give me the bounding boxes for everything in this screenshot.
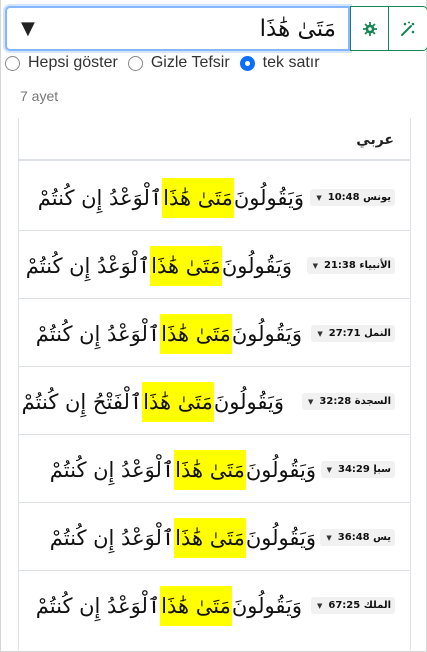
highlighted-match: مَتَىٰ هَٰذَا [142, 382, 214, 422]
results-rows: يونس 10:48 ▼ وَيَقُولُونَ مَتَىٰ هَٰذَا ٱلْو… [19, 163, 410, 639]
verse-text-before: وَيَقُولُونَ [231, 594, 302, 618]
verse-text-after: ٱلْوَعْدُ إِن كُنتُمْ [25, 254, 151, 278]
verse-text-before: وَيَقُولُونَ [221, 254, 292, 278]
verse-reference-dropdown[interactable]: النمل 27:71 ▼ [311, 325, 395, 342]
verse-text-before: وَيَقُولُونَ [233, 186, 304, 210]
option-label: tek satır [262, 54, 320, 71]
verse-text: وَيَقُولُونَ مَتَىٰ هَٰذَا ٱلْفَتْحُ إِن ك… [22, 381, 284, 423]
verse-reference: السجدة 32:28 [319, 396, 391, 407]
table-row: السجدة 32:28 ▼ وَيَقُولُونَ مَتَىٰ هَٰذَا ٱل… [19, 367, 410, 435]
highlighted-match: مَتَىٰ هَٰذَا [162, 178, 234, 218]
caret-down-icon: ▼ [316, 193, 322, 202]
option-single-line[interactable]: tek satır [239, 54, 320, 72]
table-row: يس 36:48 ▼ وَيَقُولُونَ مَتَىٰ هَٰذَا ٱلْوَع… [19, 503, 410, 571]
radio-single-line[interactable] [239, 55, 255, 71]
option-label: Gizle Tefsir [150, 54, 230, 71]
table-row: يونس 10:48 ▼ وَيَقُولُونَ مَتَىٰ هَٰذَا ٱلْو… [19, 163, 410, 231]
verse-text-before: وَيَقُولُونَ [213, 390, 284, 414]
radio-hide-tafsir[interactable] [127, 55, 143, 71]
settings-button[interactable] [350, 6, 389, 51]
display-options: Hepsi göster Gizle Tefsir tek satır [5, 53, 330, 73]
table-header: عربي [19, 118, 410, 161]
verse-reference-dropdown[interactable]: السجدة 32:28 ▼ [302, 393, 395, 410]
verse-text-after: ٱلْوَعْدُ إِن كُنتُمْ [37, 186, 163, 210]
verse-text-before: وَيَقُولُونَ [231, 322, 302, 346]
caret-down-icon: ▼ [312, 261, 318, 270]
gear-icon [362, 21, 377, 36]
verse-text: وَيَقُولُونَ مَتَىٰ هَٰذَا ٱلْوَعْدُ إِن ك… [36, 313, 302, 355]
verse-reference: الأنبياء 21:38 [324, 260, 391, 271]
verse-text-after: ٱلْفَتْحُ إِن كُنتُمْ [21, 390, 143, 414]
verse-reference-dropdown[interactable]: الملك 67:25 ▼ [311, 597, 395, 614]
results-table: عربي يونس 10:48 ▼ وَيَقُولُونَ مَتَىٰ هَٰذَ… [18, 118, 411, 652]
verse-text: وَيَقُولُونَ مَتَىٰ هَٰذَا ٱلْوَعْدُ إِن ك… [50, 449, 316, 491]
verse-reference-dropdown[interactable]: سبإ 34:29 ▼ [320, 461, 395, 478]
caret-down-icon: ▼ [326, 533, 332, 542]
highlighted-match: مَتَىٰ هَٰذَا [160, 314, 232, 354]
option-hide-tafsir[interactable]: Gizle Tefsir [127, 54, 230, 72]
table-row: الملك 67:25 ▼ وَيَقُولُونَ مَتَىٰ هَٰذَا ٱلْ… [19, 571, 410, 639]
table-row: الأنبياء 21:38 ▼ وَيَقُولُونَ مَتَىٰ هَٰذَا… [19, 231, 410, 299]
caret-down-icon: ▼ [308, 397, 314, 406]
radio-show-all[interactable] [5, 55, 20, 71]
verse-text-after: ٱلْوَعْدُ إِن كُنتُمْ [49, 526, 175, 550]
highlighted-match: مَتَىٰ هَٰذَا [174, 450, 246, 490]
verse-reference: يونس 10:48 [327, 192, 391, 203]
caret-down-icon: ▼ [317, 329, 323, 338]
verse-text-before: وَيَقُولُونَ [245, 458, 316, 482]
verse-reference-dropdown[interactable]: الأنبياء 21:38 ▼ [306, 257, 395, 274]
caret-down-icon: ▼ [317, 601, 323, 610]
verse-reference: سبإ 34:29 [338, 464, 391, 475]
verse-text: وَيَقُولُونَ مَتَىٰ هَٰذَا ٱلْوَعْدُ إِن ك… [26, 245, 292, 287]
verse-reference: الملك 67:25 [328, 600, 391, 611]
verse-text-after: ٱلْوَعْدُ إِن كُنتُمْ [35, 322, 161, 346]
verse-reference-dropdown[interactable]: يس 36:48 ▼ [320, 529, 395, 546]
verse-reference-dropdown[interactable]: يونس 10:48 ▼ [310, 189, 395, 206]
result-count: 7 ayet [20, 88, 59, 104]
verse-text-before: وَيَقُولُونَ [245, 526, 316, 550]
dropdown-toggle-icon[interactable]: ▼ [21, 18, 41, 39]
app-frame: ▼ مَتَىٰ هَٰذَا Hepsi göster Gizle Tefsi… [0, 0, 427, 652]
highlighted-match: مَتَىٰ هَٰذَا [150, 246, 222, 286]
column-header-arabic: عربي [356, 132, 394, 148]
verse-text: وَيَقُولُونَ مَتَىٰ هَٰذَا ٱلْوَعْدُ إِن ك… [50, 517, 316, 559]
verse-reference: يس 36:48 [337, 532, 391, 543]
search-input[interactable] [41, 10, 338, 47]
table-row: النمل 27:71 ▼ وَيَقُولُونَ مَتَىٰ هَٰذَا ٱلْ… [19, 299, 410, 367]
verse-text: وَيَقُولُونَ مَتَىٰ هَٰذَا ٱلْوَعْدُ إِن ك… [36, 585, 302, 627]
option-label: Hepsi göster [28, 54, 118, 71]
magic-wand-icon [401, 21, 415, 36]
verse-text: وَيَقُولُونَ مَتَىٰ هَٰذَا ٱلْوَعْدُ إِن ك… [38, 177, 304, 219]
search-box[interactable]: ▼ [5, 6, 350, 51]
option-show-all[interactable]: Hepsi göster [5, 54, 118, 72]
caret-down-icon: ▼ [326, 465, 332, 474]
verse-text-after: ٱلْوَعْدُ إِن كُنتُمْ [35, 594, 161, 618]
tools-button[interactable] [389, 6, 427, 51]
verse-reference: النمل 27:71 [328, 328, 391, 339]
search-bar: ▼ [5, 6, 427, 51]
verse-text-after: ٱلْوَعْدُ إِن كُنتُمْ [49, 458, 175, 482]
table-row: سبإ 34:29 ▼ وَيَقُولُونَ مَتَىٰ هَٰذَا ٱلْوَ… [19, 435, 410, 503]
highlighted-match: مَتَىٰ هَٰذَا [160, 586, 232, 626]
highlighted-match: مَتَىٰ هَٰذَا [174, 518, 246, 558]
